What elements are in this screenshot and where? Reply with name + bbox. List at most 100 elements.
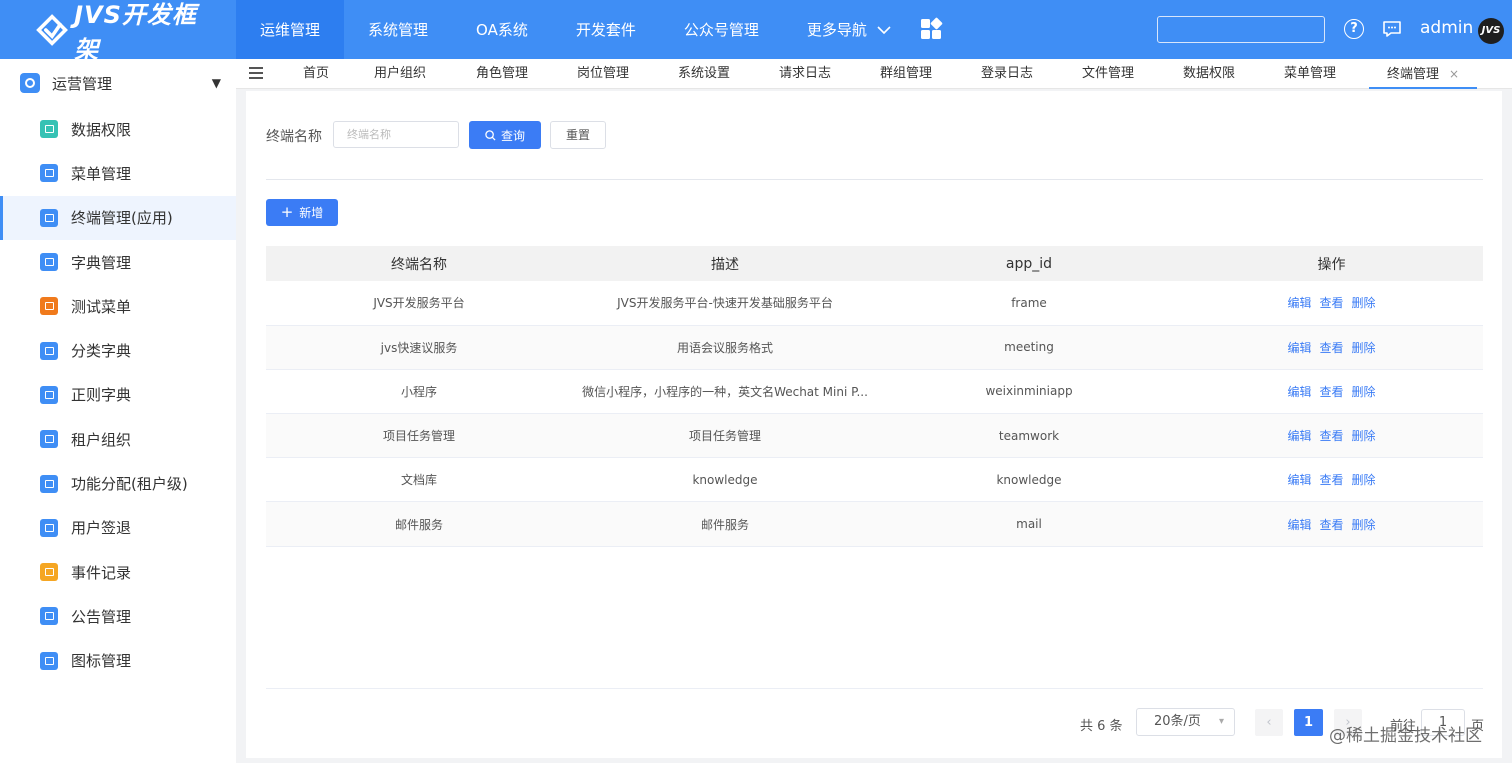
query-button[interactable]: 查询 bbox=[469, 121, 541, 149]
table-header-row: 终端名称 描述 app_id 操作 bbox=[266, 246, 1483, 281]
logo[interactable]: JVS开发框架 bbox=[36, 1, 206, 64]
sidebar-item[interactable]: 字典管理 bbox=[0, 240, 236, 284]
reset-button[interactable]: 重置 bbox=[550, 121, 606, 149]
tab[interactable]: 用户组织 bbox=[356, 59, 444, 89]
close-icon[interactable]: × bbox=[1449, 67, 1459, 81]
sidebar-item[interactable]: 分类字典 bbox=[0, 328, 236, 372]
sidebar-group-ops[interactable]: 运营管理 ▼ bbox=[0, 59, 236, 107]
dictionary-icon bbox=[40, 253, 58, 272]
edit-link[interactable]: 编辑 bbox=[1287, 296, 1311, 310]
nav-item-ops[interactable]: 运维管理 bbox=[236, 0, 345, 59]
edit-link[interactable]: 编辑 bbox=[1287, 385, 1311, 399]
tab-label: 角色管理 bbox=[475, 66, 528, 81]
view-link[interactable]: 查看 bbox=[1319, 518, 1343, 532]
nav-item-oa[interactable]: OA系统 bbox=[452, 0, 552, 59]
terminal-name-input[interactable]: 终端名称 bbox=[333, 121, 459, 148]
edit-link[interactable]: 编辑 bbox=[1287, 429, 1311, 443]
sidebar-item-label: 正则字典 bbox=[71, 386, 132, 405]
add-button-label: 新增 bbox=[299, 206, 324, 220]
table-cell-app-id: mail bbox=[878, 501, 1180, 547]
help-icon[interactable]: ? bbox=[1344, 19, 1364, 39]
table-cell-actions: 编辑 查看 删除 bbox=[1180, 325, 1483, 370]
delete-link[interactable]: 删除 bbox=[1352, 296, 1376, 310]
edit-link[interactable]: 编辑 bbox=[1287, 518, 1311, 532]
sidebar-item[interactable]: 终端管理(应用) bbox=[0, 195, 236, 241]
sidebar-item[interactable]: 用户签退 bbox=[0, 506, 236, 550]
sidebar-item[interactable]: 正则字典 bbox=[0, 373, 236, 417]
sidebar-item[interactable]: 测试菜单 bbox=[0, 284, 236, 328]
global-search-input[interactable] bbox=[1157, 16, 1325, 43]
tab[interactable]: 登录日志 bbox=[963, 59, 1051, 89]
add-button[interactable]: + 新增 bbox=[266, 199, 338, 226]
divider bbox=[266, 179, 1483, 180]
sidebar-item-label: 测试菜单 bbox=[71, 297, 132, 316]
table-cell-actions: 编辑 查看 删除 bbox=[1180, 457, 1483, 503]
total-count: 共 6 条 bbox=[1080, 719, 1123, 734]
sidebar-item-label: 菜单管理 bbox=[71, 164, 132, 183]
tab[interactable]: 角色管理 bbox=[458, 59, 546, 89]
view-link[interactable]: 查看 bbox=[1319, 429, 1343, 443]
sidebar-item[interactable]: 数据权限 bbox=[0, 107, 236, 151]
tab-label: 岗位管理 bbox=[576, 66, 629, 81]
tab[interactable]: 群组管理 bbox=[862, 59, 950, 89]
sidebar-item[interactable]: 功能分配(租户级) bbox=[0, 461, 236, 505]
tab[interactable]: 终端管理 × bbox=[1369, 59, 1477, 89]
view-link[interactable]: 查看 bbox=[1319, 385, 1343, 399]
tab[interactable]: 数据权限 bbox=[1165, 59, 1253, 89]
watermark: @稀土掘金技术社区 bbox=[1329, 726, 1482, 746]
column-header-appid: app_id bbox=[878, 246, 1180, 281]
sidebar-item[interactable]: 图标管理 bbox=[0, 639, 236, 683]
menu-collapse-icon[interactable] bbox=[249, 67, 263, 79]
sidebar-item[interactable]: 租户组织 bbox=[0, 417, 236, 461]
delete-link[interactable]: 删除 bbox=[1352, 429, 1376, 443]
tab[interactable]: 岗位管理 bbox=[559, 59, 647, 89]
user-signout-icon bbox=[40, 518, 58, 537]
table-cell-app-id: meeting bbox=[878, 325, 1180, 370]
tenant-org-icon bbox=[40, 430, 58, 449]
table-cell-app-id: weixinminiapp bbox=[878, 369, 1180, 415]
menu-icon bbox=[40, 164, 58, 183]
nav-item-official-account[interactable]: 公众号管理 bbox=[660, 0, 783, 59]
view-link[interactable]: 查看 bbox=[1319, 473, 1343, 487]
username[interactable]: admin bbox=[1420, 18, 1473, 38]
tab-label: 首页 bbox=[302, 66, 329, 81]
tab[interactable]: 请求日志 bbox=[761, 59, 849, 89]
delete-link[interactable]: 删除 bbox=[1352, 518, 1376, 532]
page-number-current[interactable]: 1 bbox=[1294, 709, 1323, 736]
delete-link[interactable]: 删除 bbox=[1352, 385, 1376, 399]
table-cell-app-id: frame bbox=[878, 281, 1180, 326]
message-icon[interactable] bbox=[1382, 20, 1402, 38]
tab-label: 终端管理 bbox=[1386, 67, 1439, 82]
tab[interactable]: 菜单管理 bbox=[1266, 59, 1354, 89]
divider bbox=[266, 688, 1483, 689]
sidebar-item-label: 终端管理(应用) bbox=[71, 209, 173, 228]
table-cell-desc: 用语会议服务格式 bbox=[572, 325, 878, 370]
nav-item-more[interactable]: 更多导航 bbox=[783, 0, 915, 59]
sidebar-item[interactable]: 公告管理 bbox=[0, 594, 236, 638]
main-panel: 终端名称 终端名称 查询 重置 + 新增 终端名称 描述 app_id 操作 J… bbox=[246, 91, 1502, 758]
view-link[interactable]: 查看 bbox=[1319, 341, 1343, 355]
tab[interactable]: 文件管理 bbox=[1064, 59, 1152, 89]
view-link[interactable]: 查看 bbox=[1319, 296, 1343, 310]
tab[interactable]: 系统设置 bbox=[660, 59, 748, 89]
sidebar-item[interactable]: 菜单管理 bbox=[0, 151, 236, 195]
sidebar-item[interactable]: 事件记录 bbox=[0, 550, 236, 594]
table-row: 项目任务管理 项目任务管理 teamwork 编辑 查看 删除 bbox=[266, 413, 1483, 459]
page-size-select[interactable]: 20条/页 ▾ bbox=[1136, 708, 1235, 736]
table-cell-desc: 项目任务管理 bbox=[572, 413, 878, 459]
nav-item-devkit[interactable]: 开发套件 bbox=[552, 0, 660, 59]
apps-grid-icon[interactable] bbox=[919, 17, 943, 41]
chevron-down-icon bbox=[877, 25, 891, 34]
delete-link[interactable]: 删除 bbox=[1352, 473, 1376, 487]
delete-link[interactable]: 删除 bbox=[1352, 341, 1376, 355]
table-cell-actions: 编辑 查看 删除 bbox=[1180, 501, 1483, 547]
sidebar-item-label: 用户签退 bbox=[71, 519, 132, 538]
edit-link[interactable]: 编辑 bbox=[1287, 473, 1311, 487]
icon-manage-icon bbox=[40, 651, 58, 670]
prev-page-button[interactable]: ‹ bbox=[1255, 709, 1283, 736]
nav-item-system[interactable]: 系统管理 bbox=[344, 0, 452, 59]
avatar[interactable]: JVS bbox=[1478, 18, 1504, 44]
edit-link[interactable]: 编辑 bbox=[1287, 341, 1311, 355]
tab[interactable]: 首页 bbox=[286, 59, 346, 89]
logo-icon bbox=[36, 14, 68, 46]
